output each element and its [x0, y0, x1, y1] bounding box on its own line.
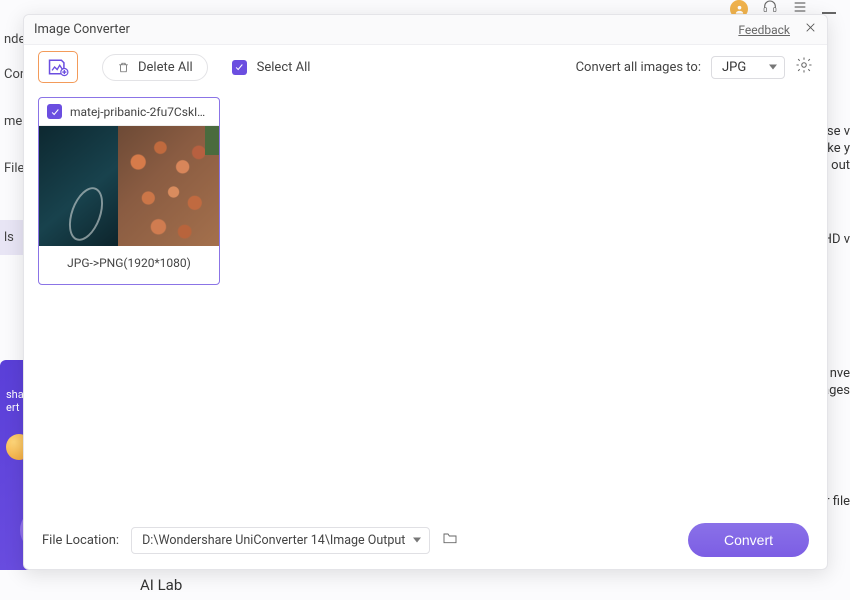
feedback-link[interactable]: Feedback	[738, 23, 790, 37]
image-converter-dialog: Image Converter Feedback Delete All	[23, 14, 828, 570]
select-all-checkbox[interactable]: Select All	[232, 60, 311, 75]
sidebar-item[interactable]: me	[0, 104, 24, 139]
file-location-label: File Location:	[42, 533, 119, 548]
convert-button[interactable]: Convert	[688, 523, 809, 557]
close-icon[interactable]	[804, 21, 817, 38]
image-grid: matej-pribanic-2fu7CskIT... JPG->PNG(192…	[24, 89, 827, 511]
settings-icon[interactable]	[795, 56, 813, 78]
sidebar-item[interactable]: ls	[0, 220, 24, 255]
checkbox-checked-icon	[232, 60, 247, 75]
convert-to-label: Convert all images to:	[576, 60, 701, 75]
bg-text: nve	[830, 366, 850, 381]
ai-lab-label[interactable]: AI Lab	[140, 576, 182, 594]
image-filename: matej-pribanic-2fu7CskIT...	[70, 105, 211, 119]
add-image-button[interactable]	[38, 51, 78, 83]
open-folder-icon[interactable]	[442, 531, 458, 549]
image-card[interactable]: matej-pribanic-2fu7CskIT... JPG->PNG(192…	[38, 97, 220, 285]
output-format-select[interactable]: JPG	[711, 56, 785, 79]
image-conversion-info: JPG->PNG(1920*1080)	[39, 246, 219, 284]
select-all-label: Select All	[257, 60, 311, 75]
toolbar: Delete All Select All Convert all images…	[24, 45, 827, 89]
sidebar-item[interactable]: File	[0, 151, 24, 186]
dialog-header: Image Converter Feedback	[24, 15, 827, 45]
convert-to-group: Convert all images to: JPG	[576, 56, 813, 79]
sidebar-item[interactable]: nde	[0, 22, 24, 57]
dialog-footer: File Location: D:\Wondershare UniConvert…	[24, 511, 827, 569]
delete-all-button[interactable]: Delete All	[102, 54, 208, 81]
file-location-select[interactable]: D:\Wondershare UniConverter 14\Image Out…	[131, 527, 430, 554]
sidebar-item[interactable]: Con	[0, 57, 24, 92]
checkbox-checked-icon[interactable]	[47, 104, 62, 119]
image-card-header: matej-pribanic-2fu7CskIT...	[39, 98, 219, 126]
dialog-title: Image Converter	[34, 22, 130, 37]
image-thumbnail[interactable]	[39, 126, 219, 246]
delete-all-label: Delete All	[138, 60, 193, 75]
